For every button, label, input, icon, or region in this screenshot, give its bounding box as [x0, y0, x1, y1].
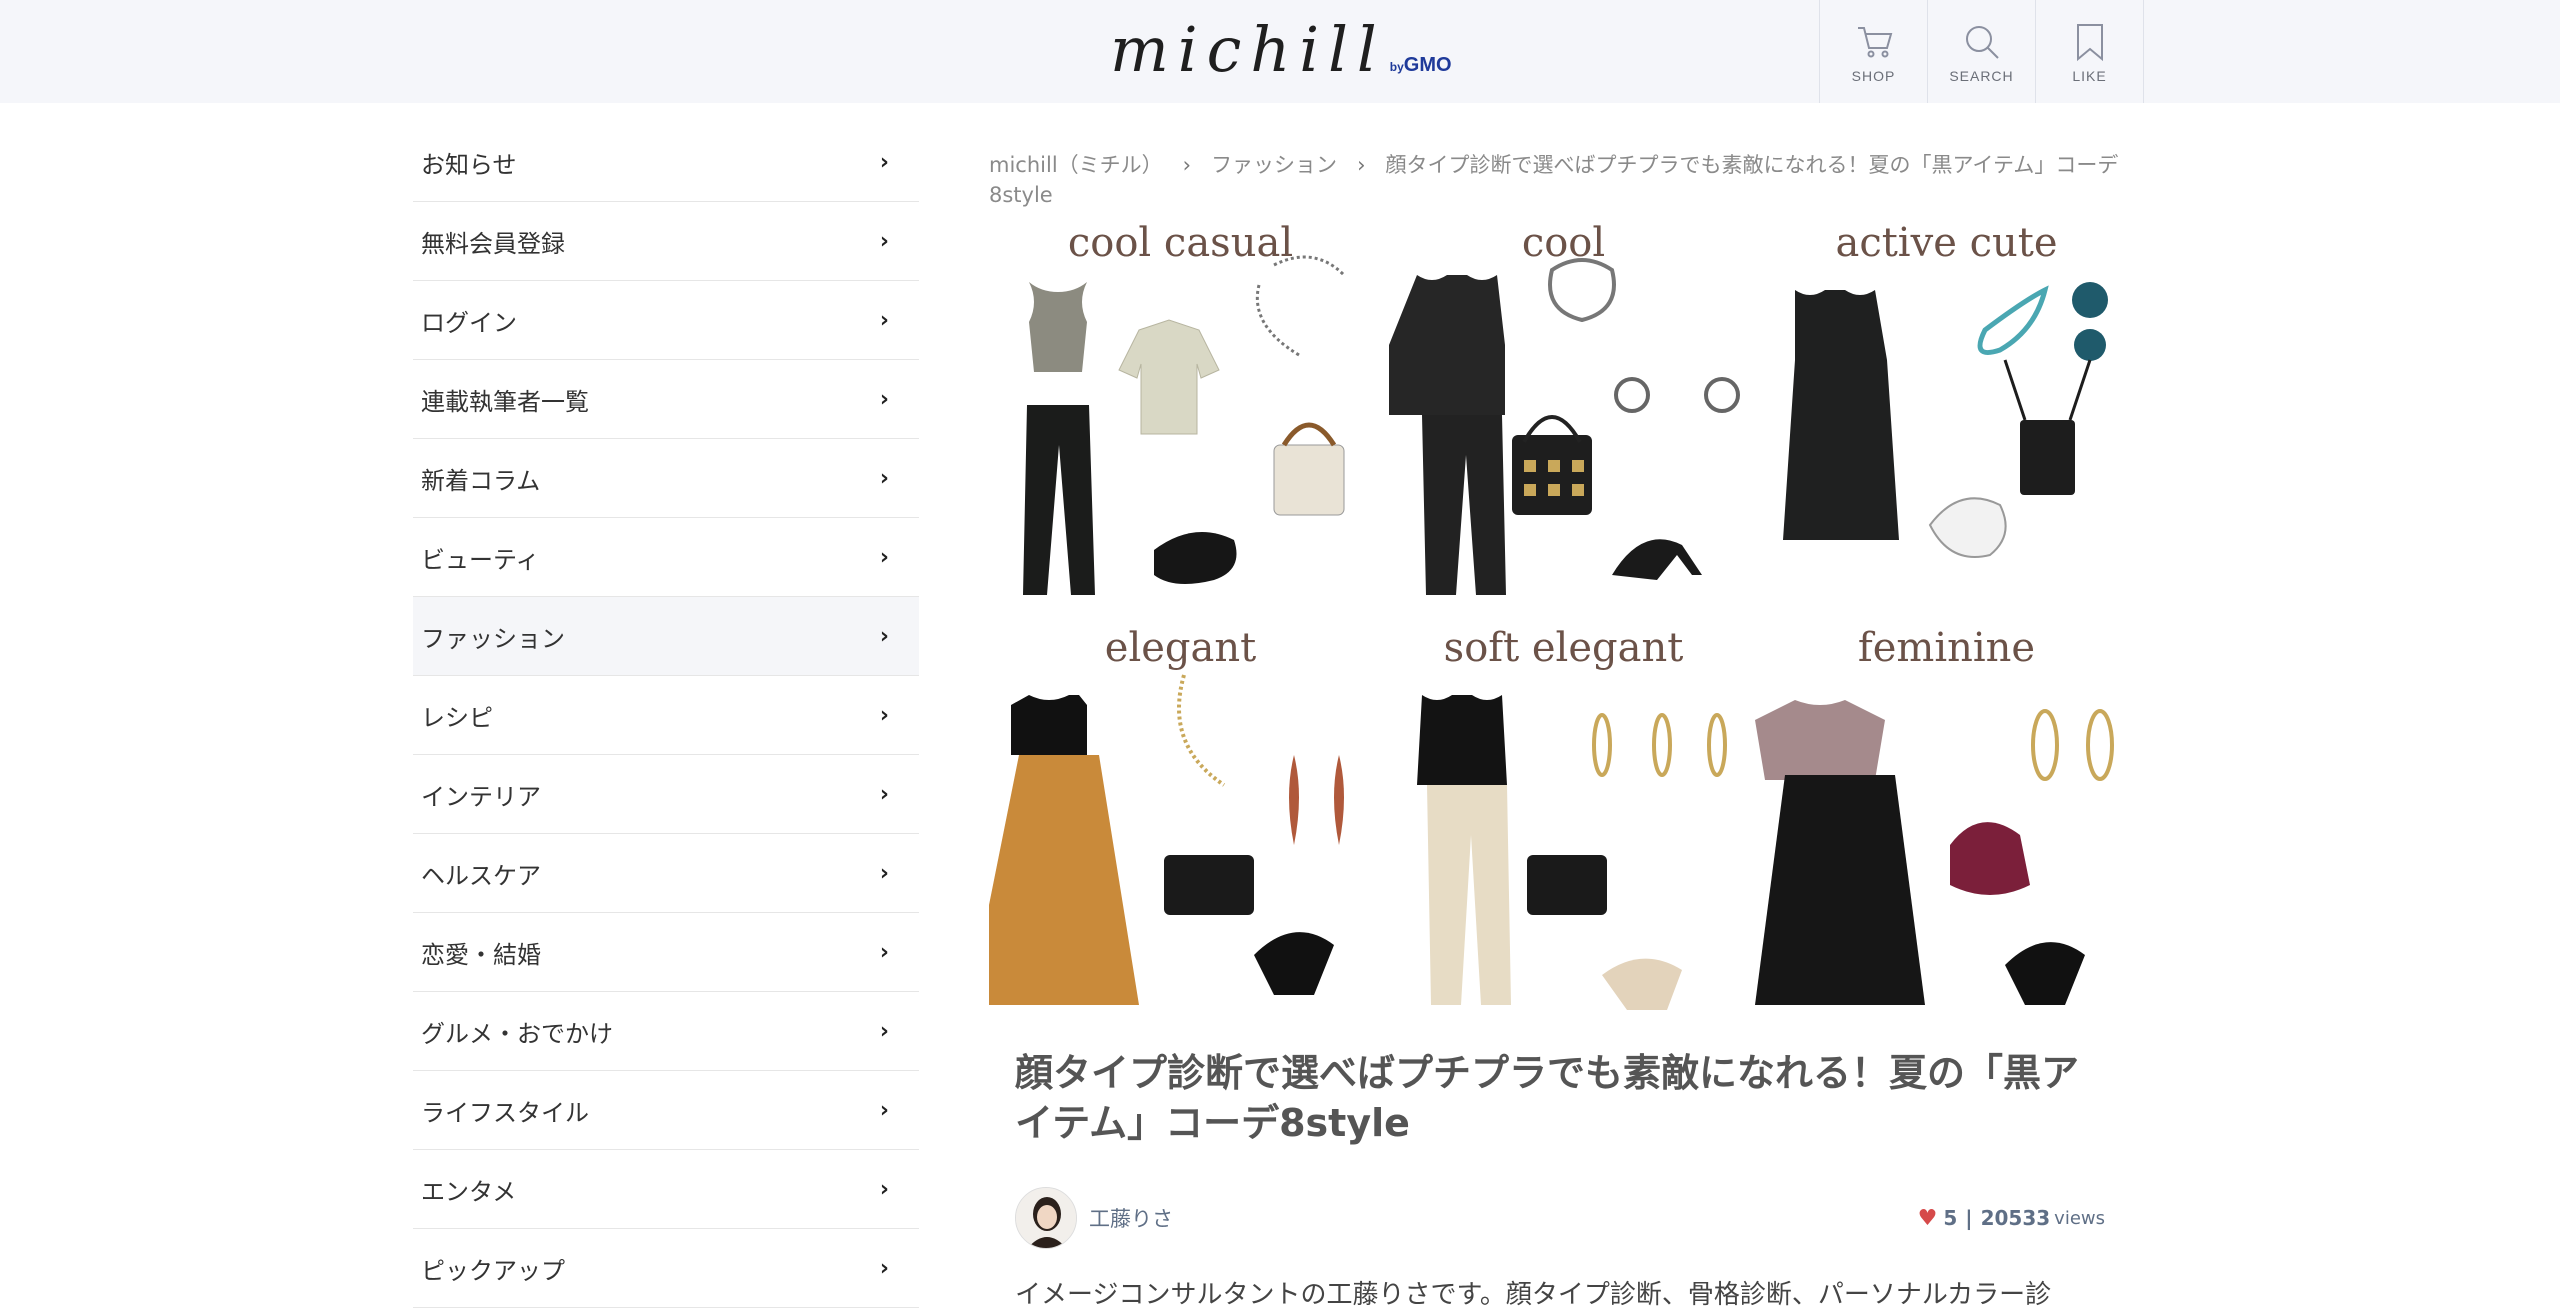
chevron-right-icon: › [879, 386, 889, 412]
site-header: michill byGMO SHOP SEARCH LIKE [0, 0, 2560, 103]
logo-brand: GMO [1403, 54, 1452, 76]
sidebar-item[interactable]: ビューティ › [413, 518, 919, 597]
breadcrumb: michill（ミチル） › ファッション › 顔タイプ診断で選べばプチプラでも素敵にな… [989, 150, 2139, 210]
sidebar-item-label: レシピ [421, 703, 493, 732]
sidebar-item[interactable]: エンタメ › [413, 1150, 919, 1229]
outfit-panel: elegant [989, 625, 1372, 1030]
main-content: michill（ミチル） › ファッション › 顔タイプ診断で選べばプチプラでも素敵にな… [989, 150, 2139, 1310]
sidebar-item-label: ヘルスケア [421, 861, 541, 890]
outfit-illustration [1755, 700, 2114, 1005]
search-icon [1965, 25, 1999, 59]
sidebar-item[interactable]: ログイン › [413, 281, 919, 360]
sidebar-item[interactable]: 連載執筆者一覧 › [413, 360, 919, 439]
sidebar-item[interactable]: ライフスタイル › [413, 1071, 919, 1150]
chevron-right-icon: › [879, 1255, 889, 1281]
chevron-right-icon: › [879, 149, 889, 175]
chevron-right-icon: › [879, 1018, 889, 1044]
sidebar-item-label: インテリア [421, 782, 541, 811]
sidebar-item[interactable]: グルメ・おでかけ › [413, 992, 919, 1071]
breadcrumb-separator-icon: › [1182, 153, 1192, 177]
sidebar-item[interactable]: ファッション › [413, 597, 919, 676]
shop-label: SHOP [1851, 67, 1896, 84]
sidebar-item[interactable]: ピックアップ › [413, 1229, 919, 1308]
chevron-right-icon: › [879, 465, 889, 491]
breadcrumb-category[interactable]: ファッション [1211, 153, 1337, 177]
sidebar-item-label: お知らせ [421, 150, 517, 179]
article-title: 顔タイプ診断で選べばプチプラでも素敵になれる！夏の「黒アイテム」コーデ8styl… [1015, 1051, 2080, 1145]
sidebar-item[interactable]: ヘルスケア › [413, 834, 919, 913]
outfit-panel: active cute [1755, 220, 2138, 625]
sidebar-item[interactable]: 無料会員登録 › [413, 202, 919, 281]
outfit-panel: cool casual [989, 220, 1372, 625]
sidebar-item[interactable]: 新着コラム › [413, 439, 919, 518]
sidebar-item-label: 無料会員登録 [421, 229, 565, 258]
sidebar-item-label: 恋愛・結婚 [421, 940, 541, 969]
chevron-right-icon: › [879, 623, 889, 649]
hero-image: cool casual cool active cute elegant sof… [989, 220, 2139, 1030]
outfit-illustration [1389, 258, 1740, 595]
outfit-illustration [989, 674, 1344, 1005]
logo-byline: byGMO [1390, 54, 1452, 77]
chevron-right-icon: › [879, 307, 889, 333]
outfit-panel: feminine [1755, 625, 2138, 1030]
sidebar-item[interactable]: レシピ › [413, 676, 919, 755]
breadcrumb-separator-icon: › [1357, 153, 1366, 177]
sidebar-item-label: ピックアップ [421, 1256, 565, 1285]
sidebar-item-label: ファッション [421, 624, 565, 653]
sidebar-nav: お知らせ › 無料会員登録 › ログイン › 連載執筆者一覧 › 新着コラム › ビューティ › ファッ… [413, 123, 919, 1308]
article-intro: イメージコンサルタントの工藤りさです。顔タイプ診断、骨格診断、パーソナルカラー診 [1015, 1280, 2052, 1310]
breadcrumb-home[interactable]: michill（ミチル） [989, 153, 1163, 177]
sidebar-item-label: エンタメ [421, 1177, 517, 1206]
avatar [1015, 1187, 1077, 1249]
sidebar-item-label: 新着コラム [421, 466, 541, 495]
like-count: 5 [1943, 1206, 1958, 1230]
author-name: 工藤りさ [1089, 1207, 1173, 1231]
heart-icon[interactable]: ♥ [1918, 1206, 1938, 1231]
bookmark-icon [2076, 23, 2103, 61]
chevron-right-icon: › [879, 544, 889, 570]
cart-icon [1857, 26, 1892, 57]
outfit-illustration [1783, 282, 2108, 558]
search-label: SEARCH [1949, 67, 2014, 84]
like-button[interactable]: LIKE [2036, 0, 2144, 103]
sidebar-item-label: ログイン [421, 308, 517, 337]
chevron-right-icon: › [879, 1176, 889, 1202]
outfit-panel: soft elegant [1372, 625, 1755, 1030]
like-label: LIKE [2072, 67, 2107, 84]
stats-separator: | [1965, 1206, 1973, 1230]
views-label: views [2054, 1207, 2105, 1229]
sidebar-item-label: グルメ・おでかけ [421, 1019, 613, 1048]
author-link[interactable]: 工藤りさ [1015, 1187, 1173, 1249]
sidebar-item[interactable]: インテリア › [413, 755, 919, 834]
logo-text: michill [1110, 13, 1386, 86]
article-meta: 工藤りさ ♥ 5 | 20533 views [1015, 1187, 2105, 1249]
search-button[interactable]: SEARCH [1928, 0, 2036, 103]
sidebar-item[interactable]: 恋愛・結婚 › [413, 913, 919, 992]
sidebar-item[interactable]: お知らせ › [413, 123, 919, 202]
chevron-right-icon: › [879, 860, 889, 886]
view-count: 20533 [1980, 1206, 2051, 1230]
site-logo[interactable]: michill byGMO [1110, 10, 1452, 90]
chevron-right-icon: › [879, 228, 889, 254]
avatar-portrait-icon [1016, 1188, 1076, 1248]
sidebar-item-label: ビューティ [421, 545, 540, 574]
sidebar-item-label: ライフスタイル [421, 1098, 589, 1127]
shop-button[interactable]: SHOP [1820, 0, 1928, 103]
chevron-right-icon: › [879, 939, 889, 965]
header-actions: SHOP SEARCH LIKE [1819, 0, 2144, 103]
outfit-illustration [1417, 695, 1727, 1010]
outfit-panel: cool [1372, 220, 1755, 625]
sidebar-item-label: 連載執筆者一覧 [421, 387, 589, 416]
article-stats: ♥ 5 | 20533 views [1918, 1206, 2105, 1231]
chevron-right-icon: › [879, 781, 889, 807]
outfit-illustration [1023, 255, 1346, 595]
chevron-right-icon: › [879, 702, 889, 728]
logo-by: by [1389, 60, 1404, 74]
chevron-right-icon: › [879, 1097, 889, 1123]
